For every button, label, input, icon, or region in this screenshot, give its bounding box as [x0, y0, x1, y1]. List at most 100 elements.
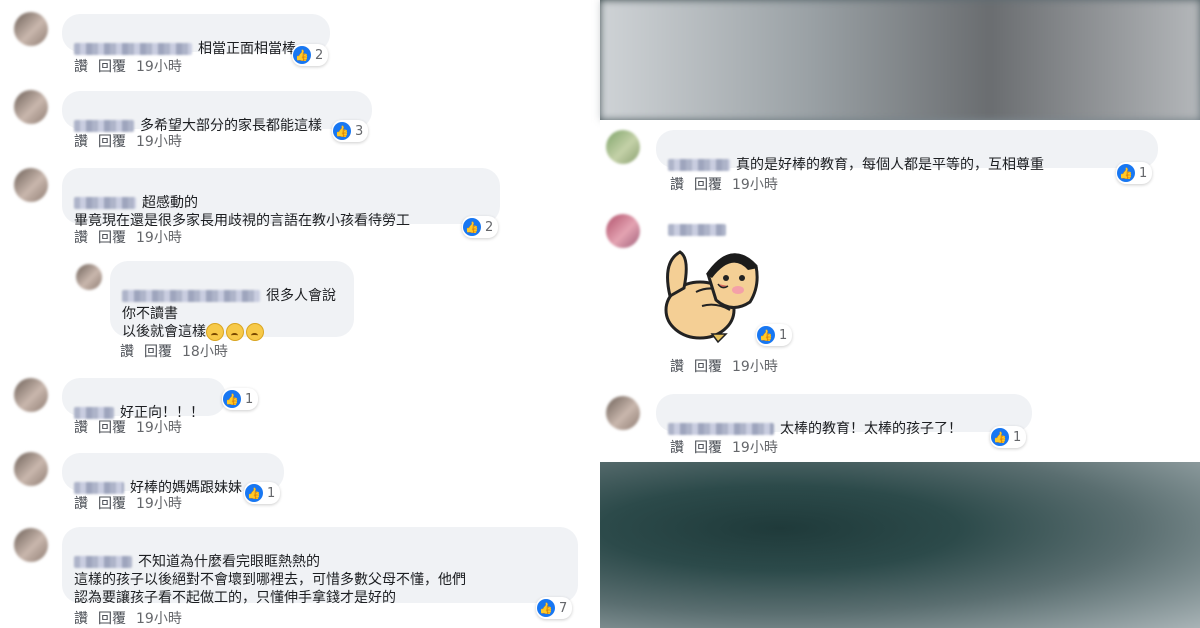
like-icon: 👍	[537, 599, 555, 617]
comment-bubble: 好正向！！！	[62, 378, 226, 421]
like-icon: 👍	[463, 218, 481, 236]
thumbs-up-girl-sticker	[652, 244, 764, 348]
comment-text: 太棒的教育！太棒的孩子了！	[780, 421, 962, 437]
like-link[interactable]: 讚	[74, 59, 88, 75]
reply-link[interactable]: 回覆	[694, 359, 722, 375]
blurred-name[interactable]	[122, 290, 260, 302]
like-link[interactable]: 讚	[74, 420, 88, 436]
avatar[interactable]	[14, 378, 48, 412]
timestamp[interactable]: 19小時	[136, 496, 182, 512]
reply-link[interactable]: 回覆	[98, 611, 126, 627]
reaction-number: 1	[1139, 165, 1148, 181]
reaction-number: 2	[485, 219, 494, 235]
timestamp[interactable]: 19小時	[136, 230, 182, 246]
reaction-count[interactable]: 👍 2	[462, 216, 499, 238]
blurred-name[interactable]	[74, 556, 132, 568]
like-icon: 👍	[293, 46, 311, 64]
timestamp[interactable]: 19小時	[136, 59, 182, 75]
avatar[interactable]	[14, 90, 48, 124]
like-link[interactable]: 讚	[670, 177, 684, 193]
comment-actions: 讚回覆 19小時	[670, 437, 788, 457]
avatar[interactable]	[606, 130, 640, 164]
reply-link[interactable]: 回覆	[98, 496, 126, 512]
comment-actions: 讚回覆 19小時	[74, 417, 192, 437]
reaction-number: 7	[559, 600, 568, 616]
reaction-count[interactable]: 👍 1	[1116, 162, 1153, 184]
blurred-name[interactable]	[668, 423, 774, 435]
reaction-count[interactable]: 👍 1	[756, 324, 793, 346]
comment-actions: 讚回覆 19小時	[74, 608, 192, 628]
comment-bubble: 很多人會說 你不讀書 以後就會這樣	[110, 261, 354, 341]
like-icon: 👍	[991, 428, 1009, 446]
timestamp[interactable]: 19小時	[732, 440, 778, 456]
avatar[interactable]	[606, 214, 640, 248]
timestamp[interactable]: 19小時	[732, 177, 778, 193]
comment-bubble: 不知道為什麼看完眼眶熱熱的 這樣的孩子以後絕對不會壞到哪裡去，可惜多數父母不懂，…	[62, 527, 578, 606]
timestamp[interactable]: 19小時	[136, 134, 182, 150]
right-comments-panel: 真的是好棒的教育，每個人都是平等的，互相尊重 👍 1 讚回覆 19小時 👍 1 讚回覆…	[600, 120, 1200, 462]
reply-link[interactable]: 回覆	[694, 440, 722, 456]
avatar[interactable]	[14, 168, 48, 202]
comment-actions: 讚回覆 19小時	[74, 493, 192, 513]
reaction-count[interactable]: 👍 1	[990, 426, 1027, 448]
blurred-name[interactable]	[74, 197, 136, 209]
comment-actions: 讚回覆 19小時	[74, 131, 192, 151]
reaction-count[interactable]: 👍 3	[332, 120, 369, 142]
like-icon: 👍	[1117, 164, 1135, 182]
comment-actions: 讚回覆 19小時	[670, 356, 788, 376]
like-link[interactable]: 讚	[120, 344, 134, 360]
like-link[interactable]: 讚	[74, 134, 88, 150]
reaction-number: 3	[355, 123, 364, 139]
reaction-number: 1	[245, 391, 254, 407]
blurred-background-top	[600, 0, 1200, 120]
blurred-name[interactable]	[74, 43, 192, 55]
like-link[interactable]: 讚	[74, 230, 88, 246]
like-icon: 👍	[245, 484, 263, 502]
like-icon: 👍	[757, 326, 775, 344]
avatar[interactable]	[606, 396, 640, 430]
comment-text: 不知道為什麼看完眼眶熱熱的 這樣的孩子以後絕對不會壞到哪裡去，可惜多數父母不懂，…	[74, 554, 466, 606]
like-icon: 👍	[333, 122, 351, 140]
avatar[interactable]	[14, 452, 48, 486]
reply-link[interactable]: 回覆	[98, 134, 126, 150]
timestamp[interactable]: 19小時	[732, 359, 778, 375]
like-link[interactable]: 讚	[670, 440, 684, 456]
reaction-number: 1	[779, 327, 788, 343]
comment-text: 真的是好棒的教育，每個人都是平等的，互相尊重	[736, 157, 1044, 173]
sad-face-emoji	[206, 323, 266, 341]
avatar[interactable]	[14, 12, 48, 46]
timestamp[interactable]: 19小時	[136, 611, 182, 627]
reply-link[interactable]: 回覆	[98, 59, 126, 75]
avatar[interactable]	[14, 528, 48, 562]
like-link[interactable]: 讚	[74, 496, 88, 512]
reaction-count[interactable]: 👍 1	[222, 388, 259, 410]
avatar[interactable]	[76, 264, 102, 290]
reaction-count[interactable]: 👍 1	[244, 482, 281, 504]
comment-actions: 讚回覆 19小時	[74, 227, 192, 247]
reply-link[interactable]: 回覆	[144, 344, 172, 360]
reaction-number: 2	[315, 47, 324, 63]
like-icon: 👍	[223, 390, 241, 408]
reply-link[interactable]: 回覆	[98, 230, 126, 246]
timestamp[interactable]: 19小時	[136, 420, 182, 436]
comment-bubble: 真的是好棒的教育，每個人都是平等的，互相尊重	[656, 130, 1158, 173]
blurred-name[interactable]	[668, 159, 730, 171]
comment-actions: 讚回覆 18小時	[120, 341, 238, 361]
comment-bubble: 多希望大部分的家長都能這樣	[62, 91, 372, 134]
comment-actions: 讚回覆 19小時	[74, 56, 192, 76]
like-link[interactable]: 讚	[74, 611, 88, 627]
blurred-background-bottom	[600, 462, 1200, 628]
timestamp[interactable]: 18小時	[182, 344, 228, 360]
blurred-name[interactable]	[668, 224, 726, 236]
reply-link[interactable]: 回覆	[694, 177, 722, 193]
comment-bubble: 超感動的 畢竟現在還是很多家長用歧視的言語在教小孩看待勞工	[62, 168, 500, 229]
left-comments-panel: 相當正面相當棒~ 👍 2 讚回覆 19小時 多希望大部分的家長都能這樣 👍 3 讚回覆…	[0, 0, 600, 628]
reply-link[interactable]: 回覆	[98, 420, 126, 436]
like-link[interactable]: 讚	[670, 359, 684, 375]
reaction-count[interactable]: 👍 7	[536, 597, 573, 619]
comment-bubble: 相當正面相當棒~	[62, 14, 330, 57]
reaction-number: 1	[267, 485, 276, 501]
reaction-number: 1	[1013, 429, 1022, 445]
comment-bubble: 太棒的教育！太棒的孩子了！	[656, 394, 1032, 437]
reaction-count[interactable]: 👍 2	[292, 44, 329, 66]
